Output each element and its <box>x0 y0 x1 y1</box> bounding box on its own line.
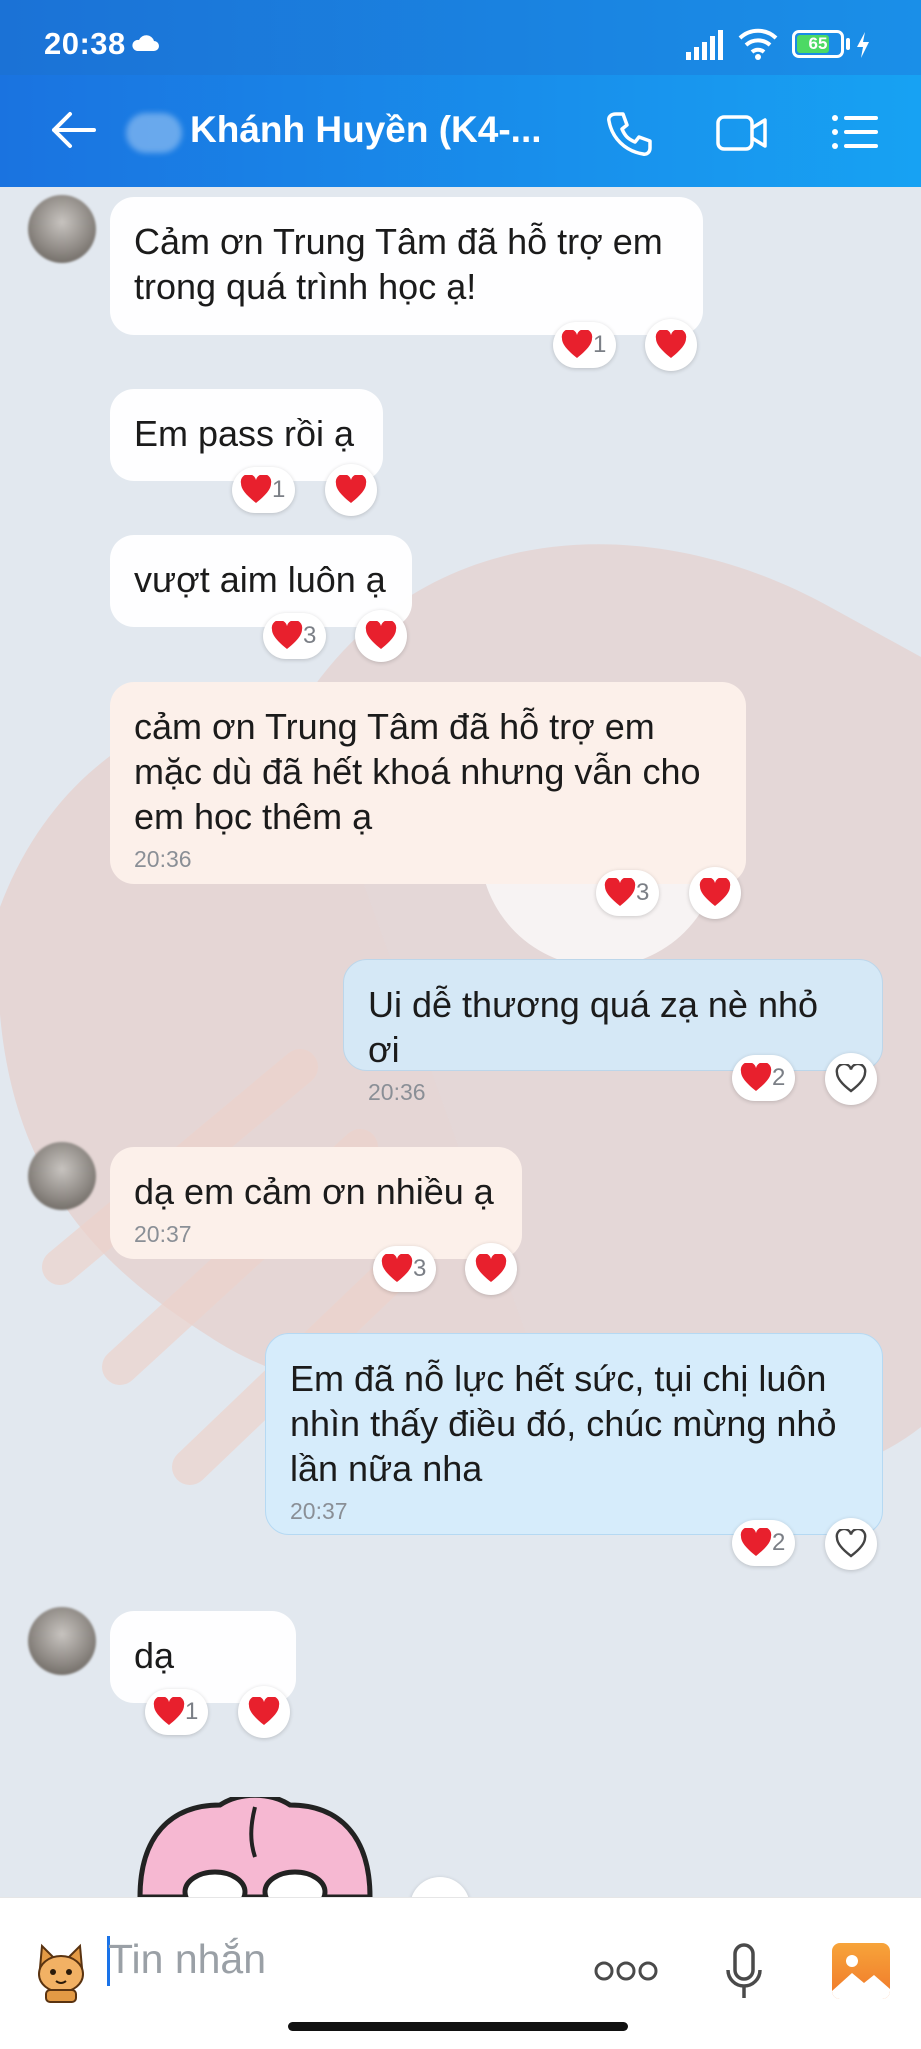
chat-area[interactable]: Cảm ơn Trung Tâm đã hỗ trợ em trong quá … <box>0 187 921 1897</box>
battery-icon: 65 <box>792 30 844 58</box>
reaction-summary[interactable]: 1 <box>553 322 617 368</box>
chat-header: Khánh Huyền (K4-... <box>0 75 921 187</box>
react-button[interactable] <box>825 1053 877 1105</box>
image-gallery-icon[interactable] <box>832 1943 890 1999</box>
status-bar: 20:38 65 <box>0 0 921 75</box>
message-text: lần nữa nha <box>290 1448 483 1489</box>
signal-icon <box>686 30 723 60</box>
message-text: Em pass rồi ạ <box>134 413 355 454</box>
message-text: mặc dù đã hết khoá nhưng vẫn cho <box>134 751 701 792</box>
message-text: em học thêm ạ <box>134 796 373 837</box>
heart-icon <box>153 1697 185 1725</box>
reaction-count: 1 <box>593 331 607 358</box>
reaction-summary[interactable]: 1 <box>145 1689 209 1735</box>
heart-icon <box>381 1254 413 1282</box>
message-bubble[interactable]: Cảm ơn Trung Tâm đã hỗ trợ em trong quá … <box>110 197 703 335</box>
contact-name[interactable]: Khánh Huyền (K4-... <box>190 109 542 151</box>
reaction-summary[interactable]: 3 <box>263 613 327 659</box>
reaction-count: 1 <box>272 476 286 503</box>
contact-avatar[interactable] <box>126 113 182 153</box>
react-button[interactable] <box>465 1243 517 1295</box>
message-text: Em đã nỗ lực hết sức, tụi chị luôn <box>290 1358 827 1399</box>
reaction-count: 2 <box>772 1064 786 1091</box>
wifi-icon <box>738 28 778 60</box>
heart-icon <box>655 330 687 358</box>
react-button[interactable] <box>325 464 377 516</box>
cat-sticker-icon[interactable] <box>28 1938 94 2004</box>
reaction-count: 3 <box>636 879 650 906</box>
react-button[interactable] <box>238 1686 290 1738</box>
heart-icon <box>271 621 303 649</box>
back-arrow-icon[interactable] <box>50 110 96 150</box>
heart-icon <box>699 878 731 906</box>
message-text: vượt aim luôn ạ <box>134 559 386 600</box>
heart-icon <box>475 1254 507 1282</box>
message-bubble[interactable]: Ui dễ thương quá zạ nè nhỏ ơi 20:36 <box>343 959 883 1105</box>
react-button[interactable] <box>355 610 407 662</box>
heart-icon <box>604 878 636 906</box>
reaction-count: 2 <box>772 1529 786 1556</box>
heart-outline-icon <box>835 1529 867 1558</box>
more-dots-icon[interactable] <box>594 1960 658 1982</box>
sticker-react-button[interactable] <box>410 1877 470 1897</box>
react-button[interactable] <box>825 1518 877 1570</box>
list-menu-icon[interactable] <box>832 115 878 149</box>
phone-icon[interactable] <box>606 111 652 157</box>
heart-icon <box>335 475 367 503</box>
heart-icon <box>240 475 272 503</box>
sender-avatar[interactable] <box>28 195 96 263</box>
reaction-summary[interactable]: 1 <box>232 467 296 513</box>
heart-icon <box>248 1697 280 1725</box>
heart-icon <box>740 1528 772 1556</box>
message-input[interactable]: Tin nhắn <box>108 1936 266 1983</box>
heart-icon <box>561 330 593 358</box>
status-time: 20:38 <box>44 26 126 61</box>
cloud-icon <box>132 35 159 51</box>
message-text: dạ <box>134 1635 175 1676</box>
message-text: dạ em cảm ơn nhiều ạ <box>134 1171 494 1212</box>
message-text: cảm ơn Trung Tâm đã hỗ trợ em <box>134 706 655 747</box>
reaction-count: 1 <box>185 1698 199 1725</box>
heart-icon <box>365 621 397 649</box>
react-button[interactable] <box>645 319 697 371</box>
home-indicator[interactable] <box>288 2022 628 2031</box>
reaction-count: 3 <box>303 622 317 649</box>
message-time: 20:37 <box>134 1221 192 1247</box>
message-bubble[interactable]: dạ em cảm ơn nhiều ạ 20:37 <box>110 1147 522 1259</box>
message-bubble[interactable]: Em đã nỗ lực hết sức, tụi chị luôn nhìn … <box>265 1333 883 1535</box>
heart-outline-icon <box>835 1064 867 1093</box>
bunny-sticker[interactable] <box>130 1797 380 1897</box>
battery-level: 65 <box>808 34 828 53</box>
gallery-glyph <box>832 1955 890 1999</box>
reaction-count: 3 <box>413 1255 427 1282</box>
heart-icon <box>740 1063 772 1091</box>
reaction-summary[interactable]: 2 <box>732 1055 796 1101</box>
reaction-summary[interactable]: 3 <box>596 870 660 916</box>
message-bubble[interactable]: cảm ơn Trung Tâm đã hỗ trợ em mặc dù đã … <box>110 682 746 884</box>
react-button[interactable] <box>689 867 741 919</box>
sender-avatar[interactable] <box>28 1142 96 1210</box>
message-text: nhìn thấy điều đó, chúc mừng nhỏ <box>290 1403 837 1444</box>
sender-avatar[interactable] <box>28 1607 96 1675</box>
message-text: trong quá trình học ạ! <box>134 266 477 307</box>
reaction-summary[interactable]: 3 <box>373 1246 437 1292</box>
charging-icon <box>857 32 869 58</box>
microphone-icon[interactable] <box>724 1942 764 2000</box>
message-text: Cảm ơn Trung Tâm đã hỗ trợ em <box>134 221 663 262</box>
video-camera-icon[interactable] <box>716 115 768 151</box>
reaction-summary[interactable]: 2 <box>732 1520 796 1566</box>
